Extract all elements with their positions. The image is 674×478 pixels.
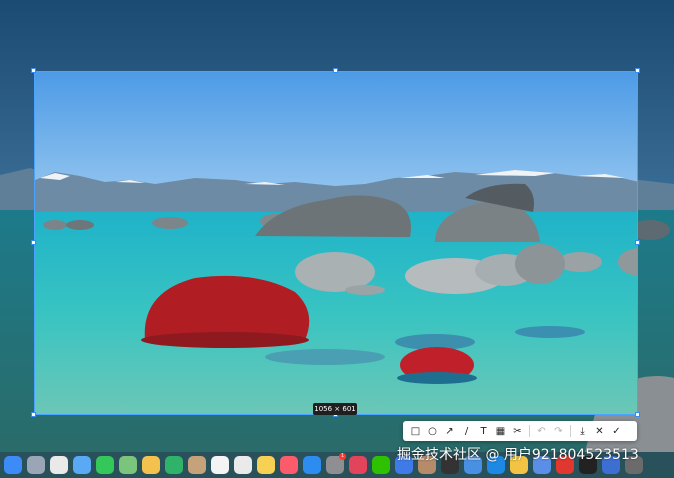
dock-messages-icon[interactable] xyxy=(96,456,114,474)
resize-handle-top-right[interactable] xyxy=(635,68,640,73)
pen-tool-icon[interactable]: / xyxy=(458,423,475,439)
toolbar-divider xyxy=(529,425,530,437)
close-icon[interactable]: ✕ xyxy=(591,423,608,439)
magic-tool-icon[interactable]: ✂ xyxy=(509,423,526,439)
dock-calendar-icon[interactable] xyxy=(211,456,229,474)
screenshot-selection[interactable] xyxy=(34,71,638,415)
arrow-tool-icon[interactable]: ↗ xyxy=(441,423,458,439)
resize-handle-bottom-left[interactable] xyxy=(31,412,36,417)
mosaic-tool-icon[interactable]: ▦ xyxy=(492,423,509,439)
text-tool-icon[interactable]: T xyxy=(475,423,492,439)
watermark-text: 掘金技术社区 @ 用户921804523513 xyxy=(397,447,639,463)
dock-chrome-icon[interactable] xyxy=(50,456,68,474)
dock-app-red-icon[interactable] xyxy=(349,456,367,474)
dock-facetime-icon[interactable] xyxy=(165,456,183,474)
dock-maps-icon[interactable] xyxy=(119,456,137,474)
annotation-toolbar: □ ○ ↗ / T ▦ ✂ ↶ ↷ ⤓ ✕ ✓ xyxy=(403,421,637,441)
rectangle-tool-icon[interactable]: □ xyxy=(407,423,424,439)
notification-badge: 1 xyxy=(339,453,346,460)
resize-handle-top-left[interactable] xyxy=(31,68,36,73)
dock-wechat-icon[interactable] xyxy=(372,456,390,474)
dock-notes-icon[interactable] xyxy=(257,456,275,474)
ellipse-tool-icon[interactable]: ○ xyxy=(424,423,441,439)
download-icon[interactable]: ⤓ xyxy=(574,423,591,439)
selected-image xyxy=(35,72,637,414)
resize-handle-right[interactable] xyxy=(635,240,640,245)
dock-launchpad-icon[interactable] xyxy=(27,456,45,474)
dock-finder-icon[interactable] xyxy=(4,456,22,474)
redo-icon[interactable]: ↷ xyxy=(550,423,567,439)
resize-handle-top[interactable] xyxy=(333,68,338,73)
dock-app-store-icon[interactable] xyxy=(303,456,321,474)
dock-music-icon[interactable] xyxy=(280,456,298,474)
dock-reminders-icon[interactable] xyxy=(234,456,252,474)
resize-handle-left[interactable] xyxy=(31,240,36,245)
confirm-icon[interactable]: ✓ xyxy=(608,423,625,439)
toolbar-divider xyxy=(570,425,571,437)
undo-icon[interactable]: ↶ xyxy=(533,423,550,439)
resize-handle-bottom-right[interactable] xyxy=(635,412,640,417)
dock-contacts-icon[interactable] xyxy=(188,456,206,474)
dock-safari-icon[interactable] xyxy=(73,456,91,474)
dock-photos-icon[interactable] xyxy=(142,456,160,474)
selection-size-label: 1056 × 601 xyxy=(313,403,357,415)
dock-system-settings-icon[interactable]: 1 xyxy=(326,453,346,474)
